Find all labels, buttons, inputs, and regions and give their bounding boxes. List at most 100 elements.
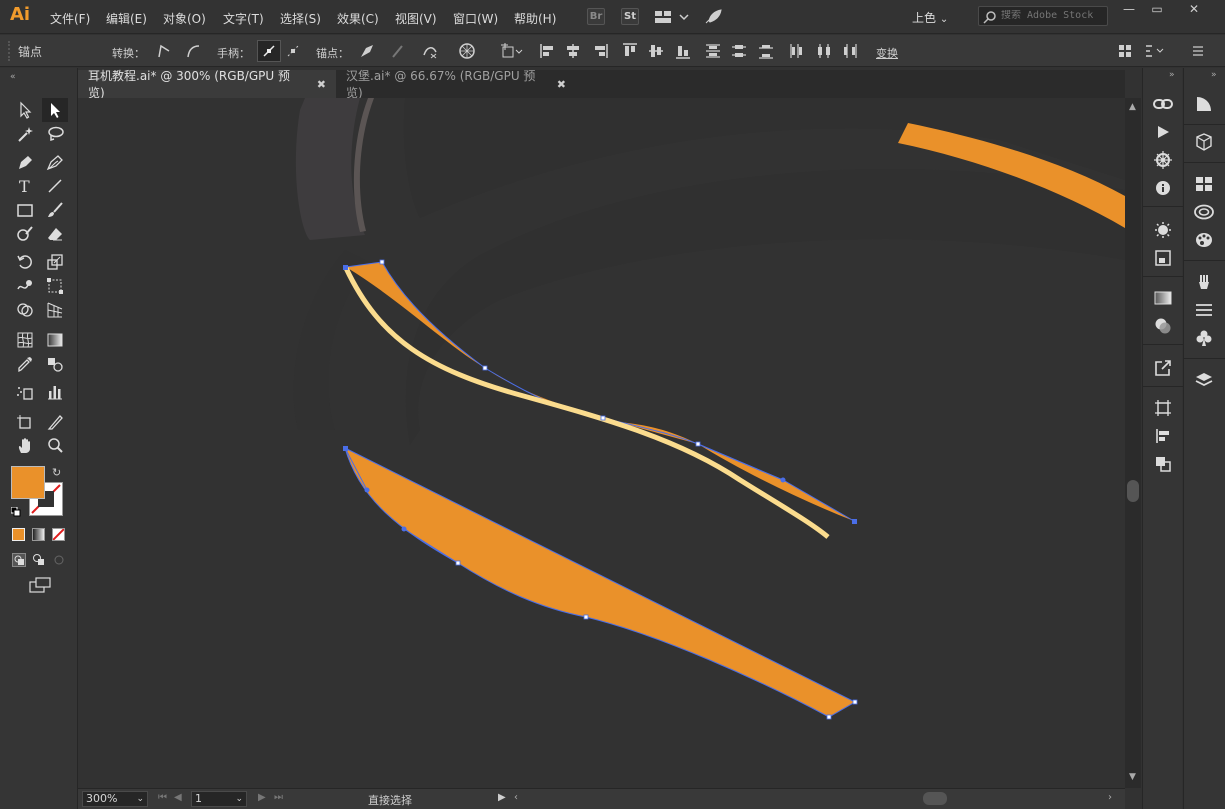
stroke-panel-icon[interactable]: [1192, 298, 1216, 322]
remove-anchor-icon[interactable]: [357, 41, 377, 61]
convert-to-corner-icon[interactable]: [153, 41, 173, 61]
shaper-tool-icon[interactable]: [12, 222, 38, 246]
swatches-panel-icon[interactable]: [1192, 172, 1216, 196]
pen-tool-icon[interactable]: [12, 150, 38, 174]
rotate-tool-icon[interactable]: [12, 250, 38, 274]
appearance-panel-icon[interactable]: [1151, 218, 1175, 242]
menu-select[interactable]: 选择(S): [280, 10, 321, 27]
navigator-panel-icon[interactable]: [1151, 148, 1175, 172]
export-panel-icon[interactable]: [1151, 356, 1175, 380]
workspace-switcher[interactable]: 上色 ⌄: [912, 9, 948, 26]
align-right-icon[interactable]: [590, 41, 610, 61]
collapse-dock-icon[interactable]: »: [1169, 70, 1175, 80]
3d-packaging-panel-icon[interactable]: [1192, 130, 1216, 154]
align-top-icon[interactable]: [620, 41, 640, 61]
scrollbar-thumb[interactable]: [1127, 480, 1139, 502]
paintbrush-tool-icon[interactable]: [42, 198, 68, 222]
lasso-tool-icon[interactable]: [42, 122, 68, 146]
first-artboard-icon[interactable]: ⏮: [158, 792, 167, 803]
perspective-grid-tool-icon[interactable]: [42, 298, 68, 322]
color-guide-panel-icon[interactable]: [1192, 92, 1216, 116]
isolate-object-icon[interactable]: [457, 41, 477, 61]
align-horizontal-center-icon[interactable]: [563, 41, 583, 61]
draw-normal-icon[interactable]: [12, 553, 26, 570]
type-tool-icon[interactable]: T: [12, 174, 38, 198]
scale-tool-icon[interactable]: [42, 250, 68, 274]
selection-tool-icon[interactable]: [12, 98, 38, 122]
status-menu-icon[interactable]: ▶: [498, 792, 506, 803]
next-artboard-icon[interactable]: ▶: [258, 792, 266, 803]
links-panel-icon[interactable]: [1151, 92, 1175, 116]
stock-search-box[interactable]: [978, 6, 1108, 26]
minimize-button[interactable]: —: [1115, 2, 1143, 20]
distribute-left-icon[interactable]: [787, 41, 807, 61]
distribute-center-icon[interactable]: [729, 41, 749, 61]
actions-panel-icon[interactable]: [1151, 120, 1175, 144]
menu-effect[interactable]: 效果(C): [337, 10, 379, 27]
scroll-right-icon[interactable]: ›: [1108, 792, 1112, 803]
none-mode-icon[interactable]: [52, 528, 65, 541]
artboard-field[interactable]: 1 ⌄: [191, 791, 247, 807]
connect-anchors-icon[interactable]: [389, 41, 409, 61]
scroll-left-icon[interactable]: ‹: [514, 792, 518, 803]
tab-document-burger[interactable]: 汉堡.ai* @ 66.67% (RGB/GPU 预览) ✖: [336, 69, 576, 100]
stock-search-input[interactable]: [1001, 10, 1105, 21]
select-similar-icon[interactable]: [1115, 41, 1135, 61]
swap-fill-stroke-icon[interactable]: ↻: [52, 466, 61, 479]
grip-handle[interactable]: [8, 41, 10, 61]
show-handles-icon[interactable]: [257, 40, 281, 62]
arrange-documents-icon[interactable]: [654, 9, 690, 28]
artboards-panel-icon[interactable]: [1151, 396, 1175, 420]
screen-mode-icon[interactable]: [28, 576, 52, 597]
close-window-button[interactable]: ✕: [1180, 2, 1208, 20]
zoom-tool-icon[interactable]: [42, 434, 68, 458]
draw-behind-icon[interactable]: [32, 553, 46, 570]
transform-link[interactable]: 变换: [876, 45, 898, 61]
line-segment-tool-icon[interactable]: [42, 174, 68, 198]
direct-selection-tool-icon[interactable]: [42, 98, 68, 122]
distribute-hcenter-icon[interactable]: [814, 41, 834, 61]
artboard-tool-icon[interactable]: [12, 410, 38, 434]
artboard-canvas[interactable]: [78, 98, 1125, 788]
distribute-right-icon[interactable]: [840, 41, 860, 61]
vertical-scrollbar[interactable]: ▲ ▼: [1125, 98, 1141, 788]
layers-panel-icon[interactable]: [1192, 368, 1216, 392]
cc-libraries-panel-icon[interactable]: [1192, 200, 1216, 224]
bridge-button[interactable]: Br: [587, 8, 605, 25]
draw-inside-icon[interactable]: [52, 553, 66, 570]
color-mode-icon[interactable]: [12, 528, 25, 541]
eraser-tool-icon[interactable]: [42, 222, 68, 246]
graphic-styles-panel-icon[interactable]: [1151, 246, 1175, 270]
menu-view[interactable]: 视图(V): [395, 10, 437, 27]
align-vertical-center-icon[interactable]: [646, 41, 666, 61]
previous-artboard-icon[interactable]: ◀: [174, 792, 182, 803]
menu-file[interactable]: 文件(F): [50, 10, 90, 27]
hand-tool-icon[interactable]: [12, 434, 38, 458]
curvature-tool-icon[interactable]: [42, 150, 68, 174]
magic-wand-tool-icon[interactable]: [12, 122, 38, 146]
stock-button[interactable]: St: [621, 8, 639, 25]
symbol-sprayer-tool-icon[interactable]: [12, 380, 38, 404]
align-to-selection-icon[interactable]: [498, 41, 526, 61]
menu-type[interactable]: 文字(T): [223, 10, 264, 27]
panel-menu-icon[interactable]: [1188, 41, 1208, 61]
distribute-bottom-icon[interactable]: [756, 41, 776, 61]
transparency-panel-icon[interactable]: [1151, 314, 1175, 338]
free-transform-tool-icon[interactable]: [42, 274, 68, 298]
default-fill-stroke-icon[interactable]: [10, 506, 21, 520]
brushes-panel-icon[interactable]: [1192, 270, 1216, 294]
last-artboard-icon[interactable]: ⏭: [274, 792, 283, 803]
align-panel-icon[interactable]: [1151, 424, 1175, 448]
close-icon[interactable]: ✖: [557, 78, 566, 91]
shape-builder-tool-icon[interactable]: [12, 298, 38, 322]
info-panel-icon[interactable]: [1151, 176, 1175, 200]
scroll-down-icon[interactable]: ▼: [1129, 772, 1136, 782]
slice-tool-icon[interactable]: [42, 410, 68, 434]
warp-tool-icon[interactable]: [12, 274, 38, 298]
blend-tool-icon[interactable]: [42, 352, 68, 376]
maximize-button[interactable]: ▭: [1143, 2, 1171, 20]
menu-window[interactable]: 窗口(W): [453, 10, 498, 27]
pathfinder-panel-icon[interactable]: [1151, 452, 1175, 476]
align-left-icon[interactable]: [538, 41, 558, 61]
cut-path-icon[interactable]: [420, 41, 440, 61]
